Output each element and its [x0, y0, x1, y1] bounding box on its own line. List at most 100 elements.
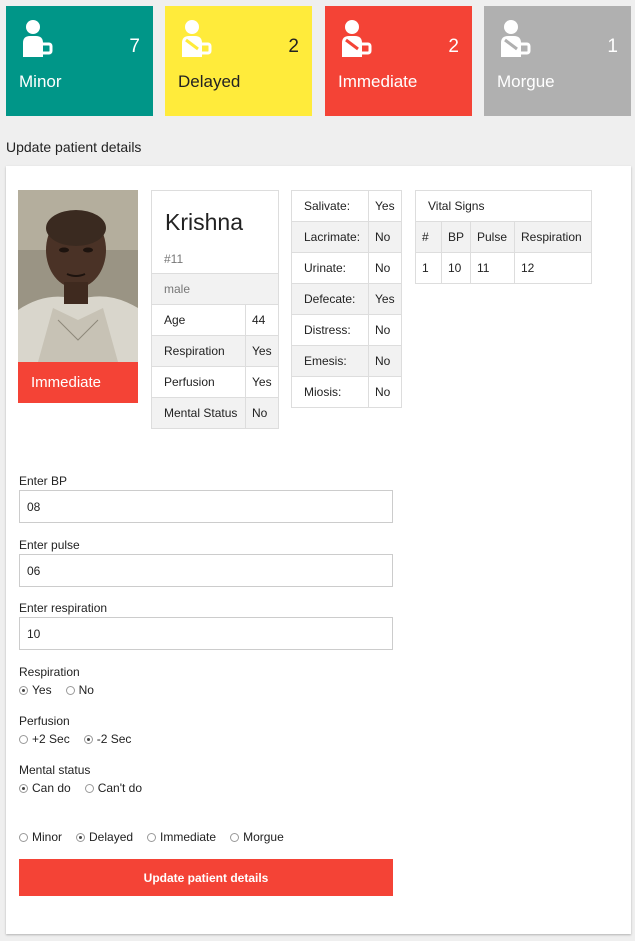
symptom-label: Distress: [291, 314, 369, 346]
table-header-row: # BP Pulse Respiration [415, 221, 592, 253]
tile-label: Immediate [338, 72, 418, 91]
tile-immediate[interactable]: 2 Immediate [325, 6, 472, 116]
table-row: Perfusion Yes [151, 366, 279, 398]
patient-attributes-table: male Age 44 Respiration Yes Perfusion Ye… [151, 273, 279, 429]
symptom-label: Emesis: [291, 345, 369, 377]
option-label: Can't do [97, 781, 143, 795]
column-header: Pulse [470, 221, 515, 253]
symptom-label: Defecate: [291, 283, 369, 315]
patient-person-icon [501, 20, 531, 57]
symptom-value: Yes [368, 190, 402, 222]
symptom-value: No [368, 376, 402, 408]
bp-input[interactable] [19, 490, 393, 523]
respiration-input[interactable] [19, 617, 393, 650]
bp-label: Enter BP [19, 474, 68, 488]
patient-person-icon [23, 20, 53, 57]
category-radio-group: Minor Delayed Immediate Morgue [19, 830, 298, 844]
table-row: Age 44 [151, 304, 279, 336]
symptom-value: Yes [368, 283, 402, 315]
option-label: Can do [32, 781, 71, 795]
attribute-value: Yes [245, 335, 279, 367]
update-patient-button[interactable]: Update patient details [19, 859, 393, 896]
symptom-value: No [368, 345, 402, 377]
attribute-label: Respiration [151, 335, 246, 367]
status-badge: Immediate [18, 362, 138, 403]
table-row: Lacrimate: No [291, 221, 402, 253]
patient-person-icon [182, 20, 212, 57]
respiration-no-option[interactable]: No [65, 683, 94, 697]
radio-button[interactable] [19, 685, 28, 695]
patient-photo [18, 190, 138, 362]
table-row: Emesis: No [291, 345, 402, 377]
attribute-value: 44 [245, 304, 279, 336]
respiration-label: Enter respiration [19, 601, 108, 615]
tile-label: Morgue [497, 72, 555, 91]
option-label: Yes [32, 683, 52, 697]
table-cell: 12 [514, 252, 592, 284]
perfusion-plus2-option[interactable]: +2 Sec [19, 732, 70, 746]
option-label: Minor [32, 830, 63, 844]
symptom-value: No [368, 314, 402, 346]
tile-delayed[interactable]: 2 Delayed [165, 6, 312, 116]
tile-count: 2 [448, 36, 459, 57]
option-label: Delayed [89, 830, 134, 844]
symptom-label: Miosis: [291, 376, 369, 408]
option-label: Immediate [160, 830, 217, 844]
radio-button[interactable] [230, 832, 240, 842]
patient-card: Immediate Krishna #11 male Age 44 Respir… [6, 166, 631, 934]
symptoms-table: Salivate: Yes Lacrimate: No Urinate: No … [291, 190, 402, 408]
table-row: Miosis: No [291, 376, 402, 408]
radio-button[interactable] [83, 734, 93, 744]
table-row: Distress: No [291, 314, 402, 346]
vital-signs-table: Vital Signs # BP Pulse Respiration 1 10 … [415, 190, 592, 284]
radio-button[interactable] [19, 734, 28, 744]
attribute-value: No [245, 397, 279, 429]
radio-button[interactable] [65, 685, 75, 695]
radio-button[interactable] [147, 832, 157, 842]
tile-count: 2 [288, 36, 299, 57]
category-immediate-option[interactable]: Immediate [147, 830, 216, 844]
tile-morgue[interactable]: 1 Morgue [484, 6, 631, 116]
mental-cant-do-option[interactable]: Can't do [84, 781, 143, 795]
radio-button[interactable] [76, 832, 86, 842]
pulse-input[interactable] [19, 554, 393, 587]
table-title-row: Vital Signs [415, 190, 592, 222]
tile-count: 1 [607, 36, 618, 57]
tile-label: Delayed [178, 72, 241, 91]
radio-button[interactable] [84, 783, 94, 793]
mental-status-radio-group: Can do Can't do [19, 781, 156, 795]
radio-button[interactable] [19, 832, 28, 842]
attribute-label: Perfusion [151, 366, 246, 398]
respiration-group-label: Respiration [19, 665, 80, 679]
table-cell: 11 [470, 252, 515, 284]
mental-can-do-option[interactable]: Can do [19, 781, 71, 795]
table-row: Mental Status No [151, 397, 279, 429]
category-morgue-option[interactable]: Morgue [230, 830, 284, 844]
vital-signs-title: Vital Signs [415, 190, 592, 222]
option-label: Morgue [243, 830, 284, 844]
page-title: Update patient details [6, 139, 142, 155]
table-row: 1 10 11 12 [415, 252, 592, 284]
column-header: BP [441, 221, 471, 253]
pulse-label: Enter pulse [19, 538, 80, 552]
respiration-radio-group: Yes No [19, 683, 108, 697]
table-row: Salivate: Yes [291, 190, 402, 222]
table-cell: 10 [441, 252, 471, 284]
symptom-value: No [368, 252, 402, 284]
tile-minor[interactable]: 7 Minor [6, 6, 153, 116]
table-row: Urinate: No [291, 252, 402, 284]
mental-status-group-label: Mental status [19, 763, 91, 777]
respiration-yes-option[interactable]: Yes [19, 683, 52, 697]
radio-button[interactable] [19, 783, 28, 793]
column-header: Respiration [514, 221, 592, 253]
attribute-label: Age [151, 304, 246, 336]
perfusion-group-label: Perfusion [19, 714, 70, 728]
tile-count: 7 [129, 36, 140, 57]
option-label: +2 Sec [32, 732, 70, 746]
tile-label: Minor [19, 72, 62, 91]
category-delayed-option[interactable]: Delayed [76, 830, 133, 844]
category-minor-option[interactable]: Minor [19, 830, 62, 844]
perfusion-minus2-option[interactable]: -2 Sec [83, 732, 131, 746]
symptom-label: Salivate: [291, 190, 369, 222]
column-header: # [415, 221, 442, 253]
